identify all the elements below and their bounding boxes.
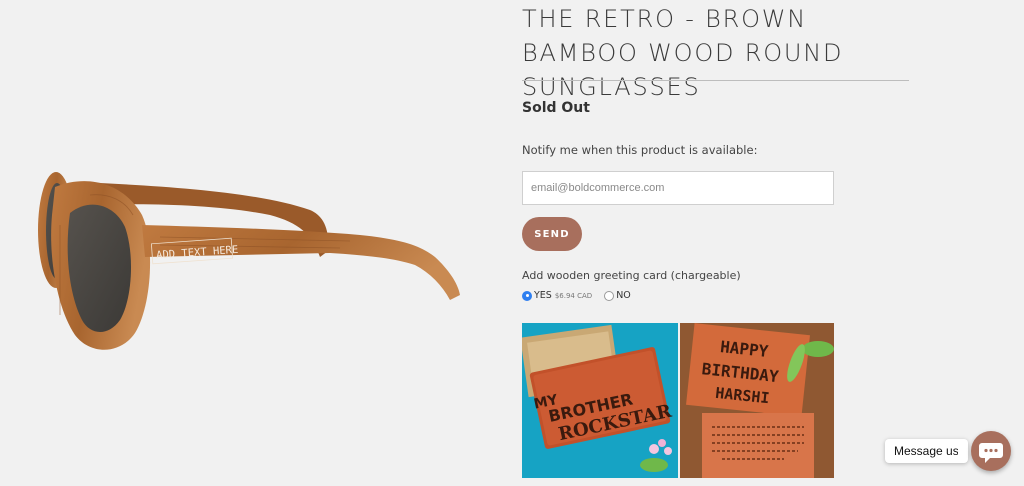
radio-yes[interactable] (522, 290, 532, 301)
message-us-label[interactable]: Message us (885, 439, 968, 463)
product-title: THE RETRO - BROWN BAMBOO WOOD ROUND SUNG… (522, 5, 844, 101)
notify-label: Notify me when this product is available… (522, 143, 758, 157)
message-us-pointer (958, 446, 964, 456)
greeting-card-options: YES $6.94 CAD NO (522, 290, 643, 301)
option-yes-label: YES (534, 290, 552, 301)
product-gallery: ADD TEXT HERE (0, 0, 490, 486)
chat-button[interactable] (971, 431, 1011, 471)
send-button[interactable]: SEND (522, 217, 582, 251)
product-image[interactable]: ADD TEXT HERE (30, 165, 470, 365)
chat-bubble-icon (979, 443, 1003, 463)
email-input[interactable] (522, 171, 834, 205)
option-yes-price: $6.94 CAD (554, 291, 593, 300)
greeting-card-image[interactable]: MY BROTHER ROCKSTAR HAPPY BIRTHDAY HARSH… (522, 323, 834, 478)
option-yes[interactable]: YES $6.94 CAD (522, 290, 592, 301)
radio-no[interactable] (604, 290, 615, 301)
option-no-label: NO (616, 290, 631, 301)
option-no[interactable]: NO (604, 290, 631, 301)
stock-status: Sold Out (522, 100, 590, 116)
title-divider (522, 80, 909, 81)
greeting-card-label: Add wooden greeting card (chargeable) (522, 269, 741, 282)
